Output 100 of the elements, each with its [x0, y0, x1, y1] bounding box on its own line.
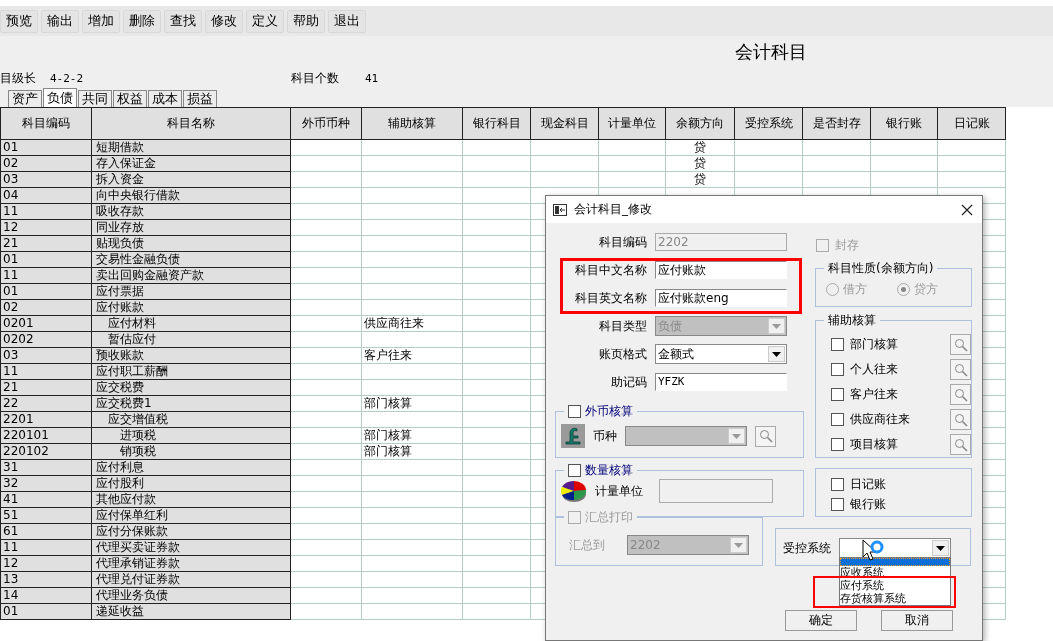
input-field[interactable]: YFZK — [655, 373, 787, 391]
toolbar-button[interactable]: 查找 — [164, 9, 202, 33]
column-header[interactable]: 日记账 — [937, 107, 1006, 140]
table-cell: 贷 — [665, 139, 735, 156]
caret-icon — [734, 542, 743, 548]
dropdown-option[interactable]: 存货核算系统 — [840, 592, 950, 605]
input-field[interactable]: 应付账款eng — [655, 289, 787, 307]
toolbar-button[interactable]: 增加 — [82, 9, 120, 33]
checkbox[interactable] — [568, 463, 581, 477]
search-icon — [953, 362, 968, 377]
checkbox-label: 供应商往来 — [850, 411, 911, 428]
toolbar-button[interactable]: 帮助 — [287, 9, 325, 33]
info-value: 4-2-2 — [50, 71, 85, 85]
checkbox[interactable] — [831, 438, 844, 451]
page-title: 会计科目 — [735, 40, 807, 64]
checkbox-label: 客户往来 — [850, 386, 899, 403]
checkbox-label: 银行账 — [850, 495, 886, 513]
info-value: 41 — [365, 71, 379, 85]
dropdown-field[interactable] — [625, 426, 747, 446]
checkbox-label: 部门核算 — [850, 336, 899, 353]
info-label: 目级长 — [0, 69, 37, 87]
field-label: 受控系统 — [783, 539, 831, 557]
column-header[interactable]: 辅助核算 — [361, 107, 463, 140]
checkbox[interactable] — [831, 363, 844, 376]
table-cell: 贷 — [665, 171, 735, 188]
column-header[interactable]: 计量单位 — [598, 107, 666, 140]
search-button[interactable] — [950, 334, 971, 355]
column-header[interactable]: 是否封存 — [802, 107, 871, 140]
column-header[interactable]: 科目名称 — [91, 107, 291, 140]
tab[interactable]: 资产 — [8, 90, 42, 107]
dialog-button[interactable]: 确定 — [785, 610, 857, 631]
table-cell: 部门核算 — [361, 395, 463, 412]
column-header[interactable]: 银行账 — [870, 107, 938, 140]
column-header[interactable]: 余额方向 — [665, 107, 735, 140]
dropdown-field[interactable]: 金额式 — [655, 344, 787, 364]
tab[interactable]: 负债 — [43, 88, 77, 107]
checkbox-label: 项目核算 — [850, 436, 899, 453]
caret-icon — [772, 351, 781, 357]
search-button[interactable] — [950, 384, 971, 405]
checkbox[interactable] — [831, 413, 844, 426]
field-label: 科目中文名称 — [574, 261, 648, 279]
search-button[interactable] — [950, 359, 971, 380]
toolbar-button[interactable]: 预览 — [0, 9, 38, 33]
search-button[interactable] — [950, 434, 971, 455]
input-field[interactable] — [659, 479, 773, 503]
search-icon — [758, 429, 773, 443]
radio-label: 借方 — [843, 281, 867, 298]
highlighted-option[interactable] — [840, 558, 950, 566]
column-header[interactable]: 银行科目 — [462, 107, 531, 140]
dropdown-field[interactable] — [839, 538, 951, 558]
tab[interactable]: 损益 — [183, 90, 217, 107]
search-button[interactable] — [950, 409, 971, 430]
toolbar-button[interactable]: 定义 — [246, 9, 284, 33]
search-button[interactable] — [755, 425, 776, 447]
checkbox-label: 封存 — [835, 236, 859, 254]
radio-label: 贷方 — [914, 281, 938, 298]
search-icon — [953, 412, 968, 427]
info-label: 科目个数 — [291, 69, 340, 87]
field-label: 科目英文名称 — [574, 289, 648, 307]
pie-chart-icon — [561, 479, 587, 503]
dialog-button[interactable]: 取消 — [881, 610, 953, 631]
table-cell: 部门核算 — [361, 443, 463, 460]
checkbox[interactable] — [831, 477, 844, 491]
column-header[interactable]: 外币币种 — [290, 107, 362, 140]
search-icon — [953, 337, 968, 352]
tab[interactable]: 权益 — [113, 90, 147, 107]
checkbox[interactable] — [831, 338, 844, 351]
field-label: 币种 — [593, 427, 617, 445]
checkbox[interactable] — [831, 388, 844, 401]
checkbox[interactable] — [568, 404, 581, 418]
toolbar-button[interactable]: 输出 — [41, 9, 79, 33]
field-label: 汇总到 — [569, 536, 605, 554]
caret-icon — [936, 545, 945, 551]
search-icon — [953, 437, 968, 452]
dropdown-option[interactable]: 应付系统 — [840, 579, 950, 592]
pound-icon — [561, 424, 585, 448]
caret-icon — [732, 433, 741, 439]
column-header[interactable]: 现金科目 — [530, 107, 599, 140]
field-label: 账页格式 — [598, 345, 648, 363]
column-header[interactable]: 科目编码 — [0, 107, 92, 140]
field-label: 助记码 — [610, 373, 648, 391]
group-title: 外币核算 — [585, 402, 633, 420]
input-field[interactable]: 应付账款 — [655, 261, 787, 279]
dialog-title: 会计科目_修改 — [574, 201, 653, 218]
field-label: 科目编码 — [598, 233, 648, 251]
checkbox[interactable] — [831, 497, 844, 511]
group-title: 数量核算 — [585, 461, 633, 479]
tab[interactable]: 成本 — [148, 90, 182, 107]
checkbox-label: 个人往来 — [850, 361, 899, 378]
field-label: 计量单位 — [595, 482, 643, 500]
group-title: 汇总打印 — [585, 508, 633, 526]
table-cell: 部门核算 — [361, 427, 463, 444]
toolbar-button[interactable]: 删除 — [123, 9, 161, 33]
column-header[interactable]: 受控系统 — [734, 107, 803, 140]
window-icon — [553, 203, 567, 216]
tab[interactable]: 共同 — [78, 90, 112, 107]
toolbar-button[interactable]: 退出 — [328, 9, 366, 33]
close-icon — [961, 203, 973, 216]
toolbar-button[interactable]: 修改 — [205, 9, 243, 33]
group-title: 辅助核算 — [828, 311, 876, 329]
